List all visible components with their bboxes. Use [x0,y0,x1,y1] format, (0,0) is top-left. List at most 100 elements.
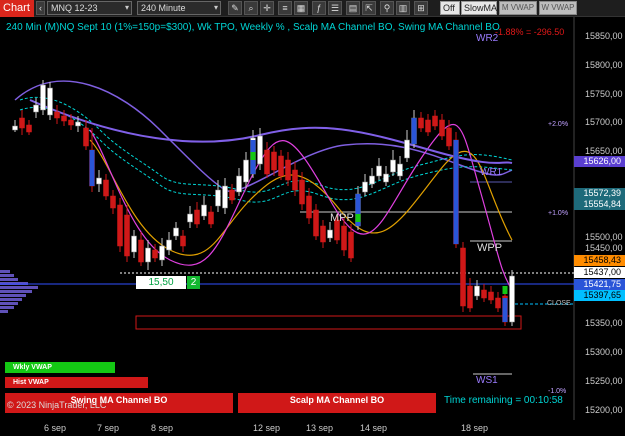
candle-body [152,249,158,259]
candle-body [488,291,494,301]
data-box-button[interactable]: ⊞ [414,1,428,15]
candle-body [306,195,312,219]
drawing-objects-button[interactable]: ▤ [346,1,360,15]
trade-quantity-badge[interactable]: 2 [187,276,200,289]
scalp-bo-button[interactable]: Scalp MA Channel BO [238,393,436,413]
price-marker: 15554,84 [574,199,625,210]
candle-body [432,115,438,127]
copyright-text: © 2023 NinjaTrader, LLC [7,400,107,410]
candle-body [194,209,200,225]
price-tick: 15800,00 [585,60,623,70]
instrument-scroll-button[interactable]: ‹ [36,1,45,15]
candle-body [96,177,102,185]
draw-tools-button[interactable]: ✎ [228,1,242,15]
candle-body [173,227,179,237]
wpp-label: WPP [477,242,503,254]
candle-body [376,165,382,177]
price-marker: 15626,00 [574,156,625,167]
templates-button[interactable]: ☰ [328,1,342,15]
candle-body [425,119,431,133]
price-marker: 15458,43 [574,255,625,266]
volume-profile [0,270,38,313]
signal-highlight [453,140,459,244]
trade-price-box[interactable]: 15,50 [136,276,186,289]
candle-body [299,179,305,205]
chart-tab[interactable]: Chart [0,0,34,17]
candle-body [278,155,284,177]
candle-body [397,163,403,177]
candle-body [138,239,144,263]
date-tick: 8 sep [151,423,174,433]
wkly-vwap-button[interactable]: Wkly VWAP [5,362,115,373]
candle-body [19,117,25,129]
candle-body [271,151,277,171]
date-tick: 13 sep [306,423,334,433]
chart-toolbar: Chart ‹ MNQ 12-23 ▾ 240 Minute ▾ ✎ ⌕ ✛ ≡ ▦… [0,0,625,17]
candle-body [369,175,375,185]
wr1-label: WR1 [480,167,503,178]
off-selector[interactable]: Off [440,1,460,15]
candle-body [12,125,18,131]
candle-body [383,173,389,183]
weekly-pct-plus1: +1.0% [548,210,569,217]
candle-body [509,275,515,323]
signal-highlight [89,150,95,186]
date-tick: 7 sep [97,423,120,433]
candle-body [418,117,424,129]
candle-body [243,159,249,183]
price-tick: 15250,00 [585,376,623,386]
m-vwap-button[interactable]: M VWAP [499,1,537,15]
w-vwap-button[interactable]: W VWAP [539,1,577,15]
weekly-pct-plus2: +2.0% [548,121,569,128]
price-tick: 15500,00 [585,232,623,242]
candle-body [341,225,347,251]
price-tick: 15650,00 [585,146,623,156]
price-tick: 15350,00 [585,318,623,328]
chart-trader-button[interactable]: ▥ [396,1,410,15]
candle-body [75,121,81,127]
price-marker: 15572,39 [574,188,625,199]
candle-body [180,235,186,247]
candle-body [257,135,263,165]
interval-selector[interactable]: 240 Minute ▾ [137,1,221,15]
signal-highlight [355,214,361,222]
candle-body [54,111,60,119]
properties-button[interactable]: ≡ [278,1,292,15]
strategies-button[interactable]: ▦ [294,1,308,15]
candle-body [61,115,67,122]
zoom-button[interactable]: ⌕ [244,1,258,15]
crosshair-button[interactable]: ✛ [260,1,274,15]
candle-body [26,124,32,133]
price-chart[interactable] [0,17,625,436]
candle-body [474,285,480,297]
date-tick: 18 sep [461,423,489,433]
candle-body [292,169,298,191]
candle-body [327,229,333,239]
price-tick: 15300,00 [585,347,623,357]
wr2-label: WR2 [476,33,499,44]
chevron-down-icon: ▾ [213,3,218,12]
price-tick: 15850,00 [585,31,623,41]
ma-selector[interactable]: SlowMA [461,1,497,15]
hist-vwap-button[interactable]: Hist VWAP [5,377,148,388]
price-marker: 15437,00 [574,267,625,278]
signal-highlight [411,118,417,144]
candle-body [236,175,242,193]
candle-body [439,119,445,137]
instrument-selector[interactable]: MNQ 12-23 ▾ [47,1,132,15]
cursor-button[interactable]: ⇱ [362,1,376,15]
candle-body [362,181,368,193]
candle-body [460,247,466,307]
snap-button[interactable]: ⚲ [380,1,394,15]
date-tick: 6 sep [44,423,67,433]
candle-body [33,104,39,113]
candle-body [83,127,89,147]
price-tick: 15700,00 [585,117,623,127]
candle-body [467,285,473,309]
candle-body [145,247,151,263]
candle-body [208,211,214,225]
indicators-button[interactable]: ƒ [312,1,326,15]
price-marker: 15421,75 [574,279,625,290]
candle-body [40,84,46,111]
price-tick: 15200,00 [585,405,623,415]
